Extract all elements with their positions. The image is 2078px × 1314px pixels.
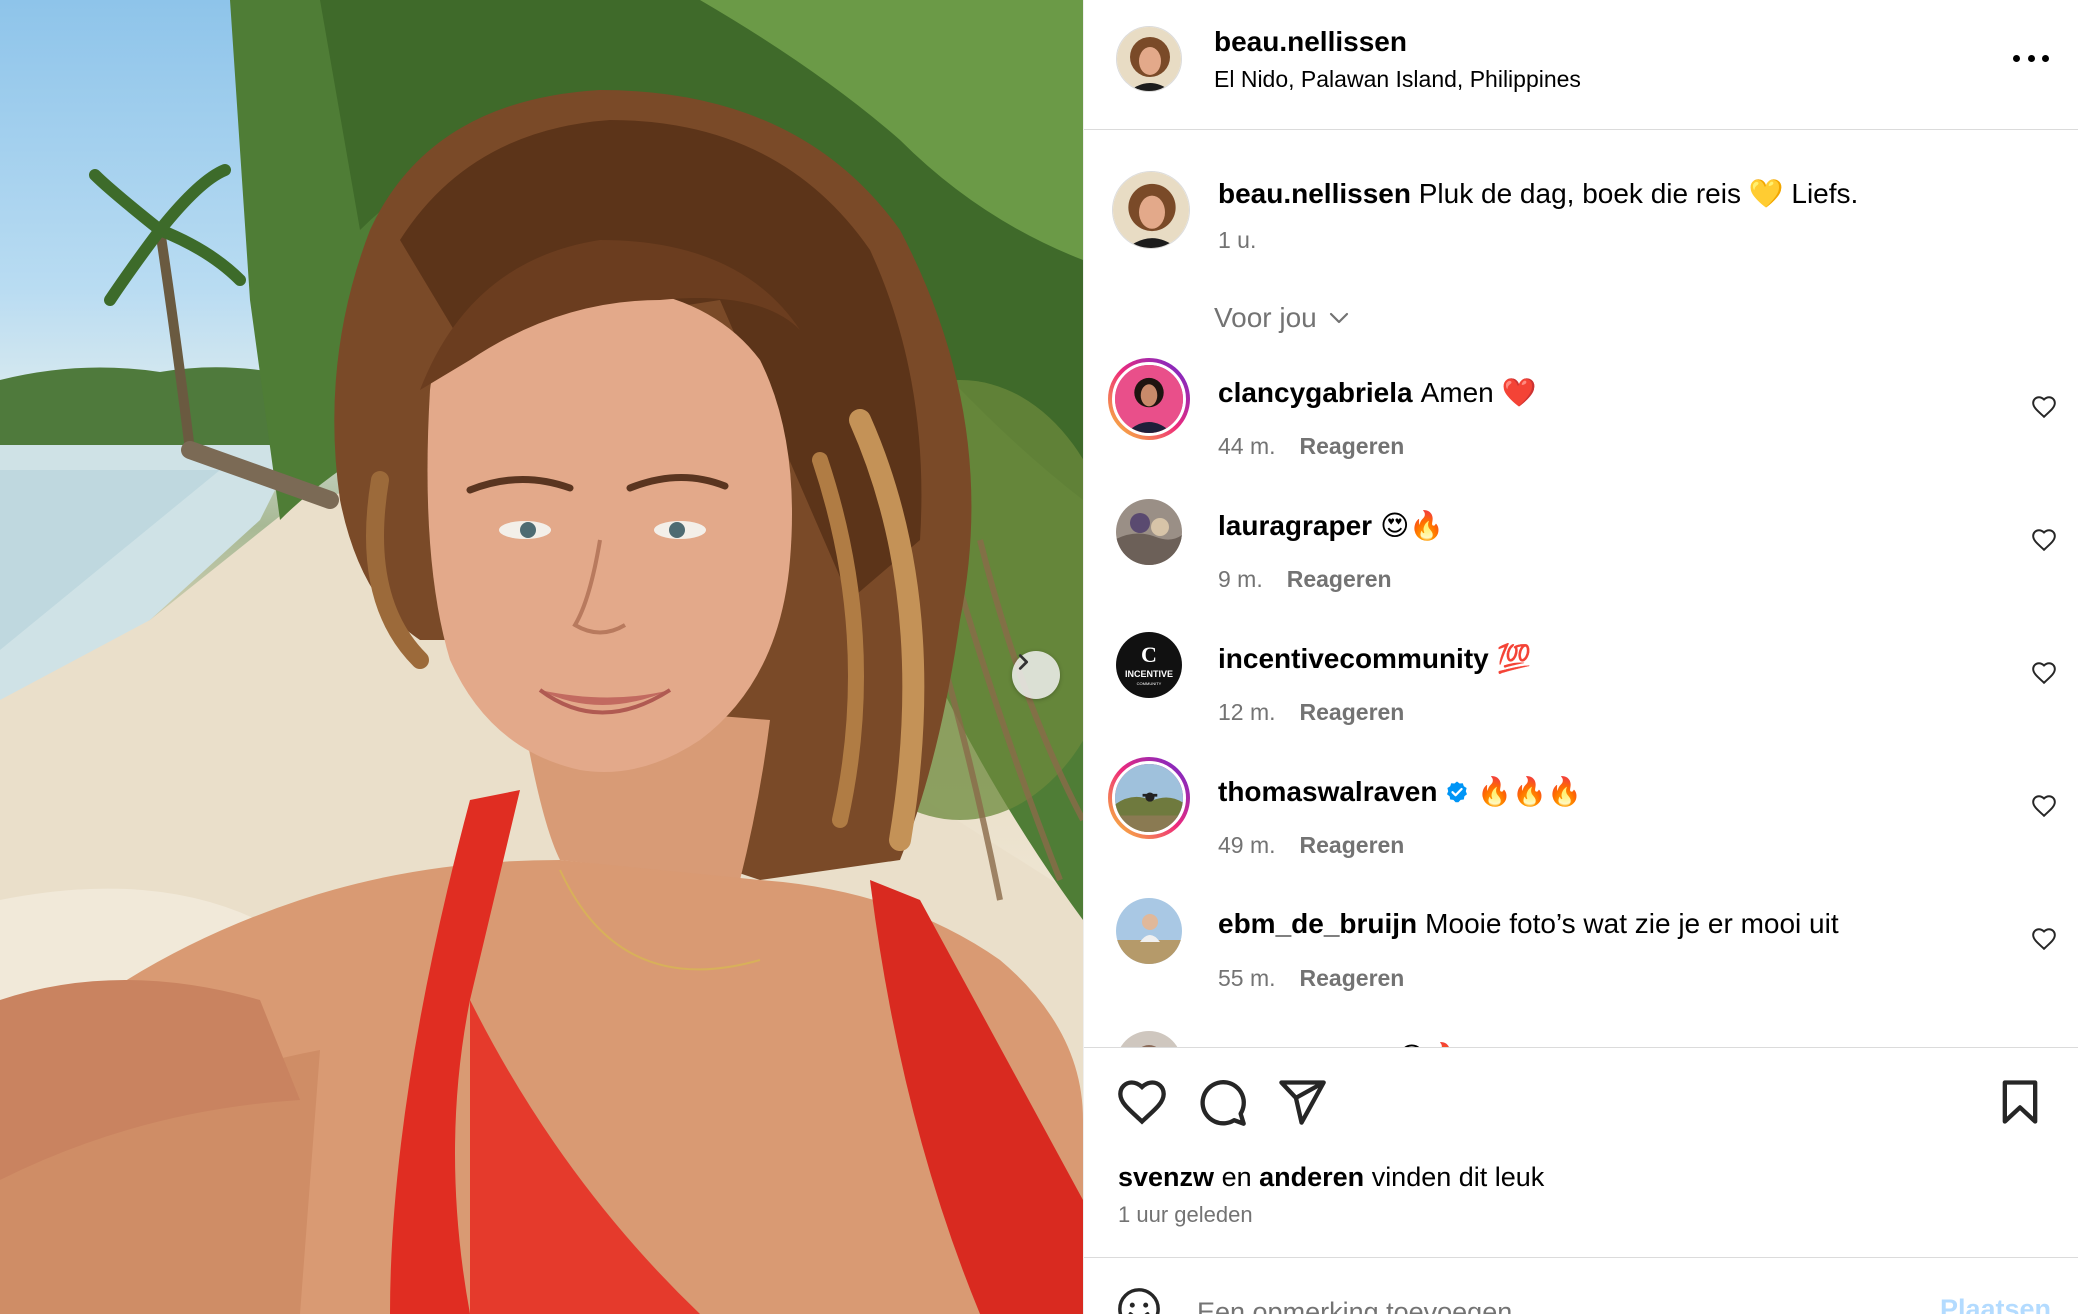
reply-button[interactable]: Reageren bbox=[1287, 566, 1392, 593]
comment-item: C INCENTIVE COMMUNITY incentivecommunity… bbox=[1084, 632, 2078, 742]
caption-avatar[interactable] bbox=[1112, 171, 1190, 249]
comment-input[interactable] bbox=[1197, 1294, 1897, 1314]
svg-text:INCENTIVE: INCENTIVE bbox=[1125, 669, 1173, 679]
post-image bbox=[0, 0, 1083, 1314]
reply-button[interactable]: Reageren bbox=[1300, 433, 1405, 460]
comment-meta: 49 m. Reageren bbox=[1218, 832, 1404, 859]
caption-text: beau.nellissen Pluk de dag, boek die rei… bbox=[1218, 177, 1858, 210]
comment-avatar[interactable] bbox=[1116, 898, 1182, 964]
likes-user[interactable]: svenzw bbox=[1118, 1162, 1214, 1192]
likes-suffix: vinden dit leuk bbox=[1371, 1162, 1545, 1192]
svg-text:COMMUNITY: COMMUNITY bbox=[1137, 681, 1162, 686]
post-side-panel: beau.nellissen El Nido, Palawan Island, … bbox=[1083, 0, 2078, 1314]
likes-others[interactable]: anderen bbox=[1259, 1162, 1364, 1192]
comment-text: ebm_de_bruijn Mooie foto’s wat zie je er… bbox=[1218, 908, 1839, 940]
comment-item: lauragraper 😍🔥 9 m. Reageren bbox=[1084, 499, 2078, 609]
comment-item: thomaswalraven 🔥🔥🔥 49 m. Reageren bbox=[1084, 757, 2078, 875]
more-horizontal-icon bbox=[2013, 54, 2020, 62]
chevron-right-icon bbox=[1018, 654, 1029, 670]
likes-connector: en bbox=[1221, 1162, 1252, 1192]
comment-item: ebm_de_bruijn Mooie foto’s wat zie je er… bbox=[1084, 898, 2078, 1008]
comment-avatar[interactable] bbox=[1116, 499, 1182, 565]
send-icon[interactable] bbox=[1276, 1076, 1328, 1128]
comment-filter-dropdown[interactable]: Voor jou bbox=[1214, 302, 1351, 334]
comment-heart-icon[interactable] bbox=[2031, 926, 2057, 952]
bookmark-icon[interactable] bbox=[1994, 1076, 2046, 1128]
reply-button[interactable]: Reageren bbox=[1300, 699, 1405, 726]
comment-time: 55 m. bbox=[1218, 965, 1276, 991]
caption-time: 1 u. bbox=[1218, 227, 1257, 253]
post-timestamp[interactable]: 1 uur geleden bbox=[1118, 1202, 1253, 1228]
comment-text: thomaswalraven 🔥🔥🔥 bbox=[1218, 775, 1582, 808]
add-comment-bar: Plaatsen bbox=[1084, 1257, 2078, 1314]
comment-meta: 12 m. Reageren bbox=[1218, 699, 1404, 726]
caption-username[interactable]: beau.nellissen bbox=[1218, 178, 1411, 209]
caption-body: Pluk de dag, boek die reis 💛 Liefs. bbox=[1418, 178, 1859, 209]
comment-icon[interactable] bbox=[1196, 1076, 1248, 1128]
comment-meta: 44 m. Reageren bbox=[1218, 433, 1404, 460]
post-comment-button[interactable]: Plaatsen bbox=[1940, 1294, 2051, 1314]
comment-heart-icon[interactable] bbox=[2031, 527, 2057, 553]
comment-username[interactable]: ebm_de_bruijn bbox=[1218, 908, 1417, 940]
reply-button[interactable]: Reageren bbox=[1300, 965, 1405, 992]
comment-avatar[interactable]: C INCENTIVE COMMUNITY bbox=[1116, 632, 1182, 698]
comment-meta: 55 m. Reageren bbox=[1218, 965, 1404, 992]
comment-time: 12 m. bbox=[1218, 699, 1276, 725]
comment-item: clancygabriela Amen ❤️ 44 m. Reageren bbox=[1084, 358, 2078, 476]
comment-heart-icon[interactable] bbox=[2031, 660, 2057, 686]
comment-body: 💯 bbox=[1496, 643, 1532, 674]
comment-time: 49 m. bbox=[1218, 832, 1276, 858]
more-options-button[interactable] bbox=[2013, 44, 2049, 72]
author-username[interactable]: beau.nellissen bbox=[1214, 26, 1407, 58]
heart-icon[interactable] bbox=[1116, 1076, 1168, 1128]
comment-item: dustiegiallen 😍🔥 bbox=[1084, 1031, 2078, 1047]
comment-text: clancygabriela Amen ❤️ bbox=[1218, 376, 1536, 409]
comment-time: 9 m. bbox=[1218, 566, 1263, 592]
comment-body: Mooie foto’s wat zie je er mooi uit bbox=[1425, 908, 1839, 939]
comment-filter-label: Voor jou bbox=[1214, 302, 1317, 333]
post-location[interactable]: El Nido, Palawan Island, Philippines bbox=[1214, 66, 1581, 93]
comment-body: 😍🔥 bbox=[1380, 510, 1445, 541]
comment-heart-icon[interactable] bbox=[2031, 394, 2057, 420]
post-actions: svenzw en anderen vinden dit leuk 1 uur … bbox=[1084, 1047, 2078, 1257]
comment-username[interactable]: incentivecommunity bbox=[1218, 643, 1489, 675]
comment-heart-icon[interactable] bbox=[2031, 793, 2057, 819]
comment-avatar[interactable] bbox=[1108, 757, 1190, 839]
comment-text: incentivecommunity 💯 bbox=[1218, 642, 1532, 675]
comment-username[interactable]: thomaswalraven bbox=[1218, 776, 1437, 808]
likes-summary[interactable]: svenzw en anderen vinden dit leuk bbox=[1118, 1162, 1544, 1193]
comments-list[interactable]: beau.nellissen Pluk de dag, boek die rei… bbox=[1084, 131, 2078, 1047]
author-avatar[interactable] bbox=[1116, 26, 1182, 92]
chevron-down-icon bbox=[1329, 312, 1348, 324]
svg-text:C: C bbox=[1141, 642, 1157, 667]
comment-username[interactable]: lauragraper bbox=[1218, 510, 1372, 542]
reply-button[interactable]: Reageren bbox=[1300, 832, 1405, 859]
emoji-icon[interactable] bbox=[1116, 1286, 1162, 1314]
comment-avatar[interactable] bbox=[1116, 1031, 1182, 1047]
comment-time: 44 m. bbox=[1218, 433, 1276, 459]
post-photo[interactable] bbox=[0, 0, 1083, 1314]
comment-meta: 9 m. Reageren bbox=[1218, 566, 1392, 593]
next-photo-button[interactable] bbox=[1012, 651, 1060, 699]
comment-avatar[interactable] bbox=[1108, 358, 1190, 440]
comment-text: lauragraper 😍🔥 bbox=[1218, 509, 1444, 542]
comment-body: Amen ❤️ bbox=[1420, 377, 1537, 408]
verified-badge-icon bbox=[1447, 781, 1468, 802]
post-header: beau.nellissen El Nido, Palawan Island, … bbox=[1084, 0, 2078, 130]
comment-body: 🔥🔥🔥 bbox=[1477, 776, 1583, 807]
comment-username[interactable]: clancygabriela bbox=[1218, 377, 1413, 409]
